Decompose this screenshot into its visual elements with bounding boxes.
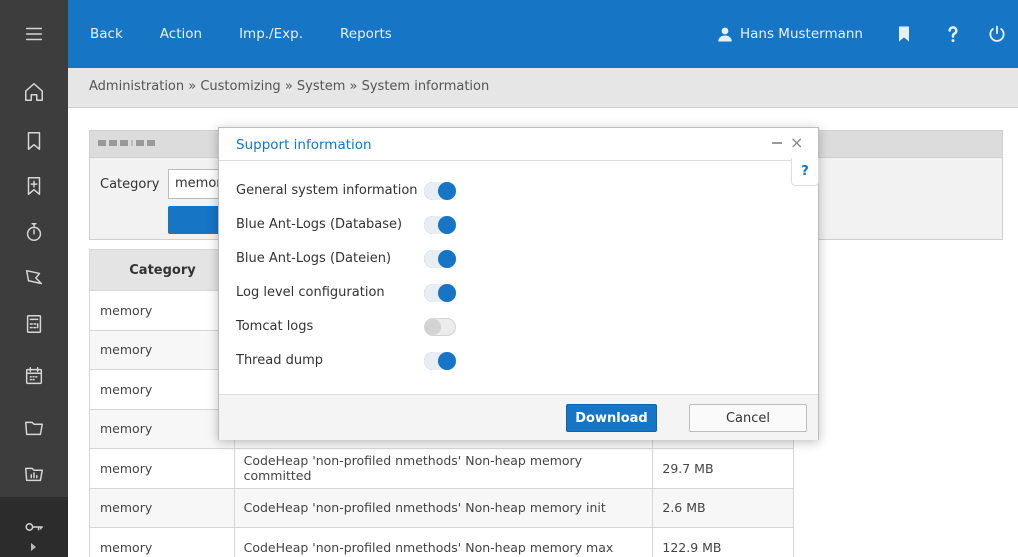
option-label: Tomcat logs: [236, 319, 314, 334]
bookmark-add-icon[interactable]: [0, 163, 68, 209]
power-icon[interactable]: [985, 22, 1009, 46]
top-nav: Back Action Imp./Exp. Reports: [90, 0, 429, 68]
breadcrumb[interactable]: Administration » Customizing » System » …: [89, 79, 489, 94]
calendar-icon[interactable]: [0, 353, 68, 399]
cell-category: memory: [90, 291, 235, 330]
toolbar-icons[interactable]: [98, 140, 155, 146]
sidebar: [0, 0, 68, 557]
cell-category: memory: [90, 488, 235, 527]
table-row[interactable]: memory CodeHeap 'non-profiled nmethods' N…: [89, 449, 794, 489]
option-label: General system information: [236, 183, 418, 198]
close-icon[interactable]: ×: [790, 135, 803, 151]
folder-chart-icon[interactable]: [0, 450, 68, 496]
bookmark-icon[interactable]: [0, 118, 68, 164]
nav-action[interactable]: Action: [160, 26, 202, 42]
cancel-button[interactable]: Cancel: [689, 404, 807, 432]
option-label: Blue Ant-Logs (Database): [236, 217, 403, 232]
support-information-dialog: Support information × ? General system i…: [218, 127, 819, 440]
toggle-knob: [438, 284, 456, 302]
user-name: Hans Mustermann: [740, 26, 863, 42]
flag-icon[interactable]: [0, 255, 68, 301]
cell-value: 122.9 MB: [662, 539, 722, 555]
dialog-footer: Download Cancel: [219, 394, 818, 440]
minimize-icon[interactable]: [772, 142, 782, 144]
stopwatch-icon[interactable]: [0, 209, 68, 255]
cell-value: 2.6 MB: [662, 500, 706, 516]
toggle-knob: [425, 319, 441, 335]
option-toggle[interactable]: [424, 216, 456, 234]
cell-category: memory: [90, 528, 235, 557]
option-toggle[interactable]: [424, 284, 456, 302]
cell-category: memory: [90, 449, 235, 488]
dialog-help-icon[interactable]: ?: [791, 158, 819, 186]
menu-icon[interactable]: [0, 11, 68, 57]
toggle-knob: [438, 182, 456, 200]
table-row[interactable]: memory CodeHeap 'non-profiled nmethods' N…: [89, 528, 794, 557]
nav-reports[interactable]: Reports: [340, 26, 392, 42]
option-label: Thread dump: [236, 353, 323, 368]
option-toggle[interactable]: [424, 250, 456, 268]
help-icon[interactable]: [941, 22, 965, 46]
option-toggle[interactable]: [424, 318, 456, 336]
dialog-title: Support information: [236, 137, 372, 153]
user-icon: [718, 27, 732, 42]
bookmark-top-icon[interactable]: [892, 22, 916, 46]
cell-value: 29.7 MB: [662, 460, 714, 476]
option-toggle[interactable]: [424, 352, 456, 370]
dialog-header: Support information ×: [219, 128, 818, 161]
cell-name: CodeHeap 'non-profiled nmethods' Non-hea…: [235, 449, 654, 488]
table-row[interactable]: memory CodeHeap 'non-profiled nmethods' N…: [89, 488, 794, 528]
top-bar: Back Action Imp./Exp. Reports Hans Muste…: [68, 0, 1018, 68]
cell-name: CodeHeap 'non-profiled nmethods' Non-hea…: [235, 488, 654, 527]
nav-import-export[interactable]: Imp./Exp.: [239, 26, 303, 42]
expand-caret-icon: [31, 543, 36, 551]
category-label: Category: [100, 177, 160, 192]
toggle-knob: [438, 250, 456, 268]
cell-category: memory: [90, 330, 235, 369]
nav-back[interactable]: Back: [90, 26, 123, 42]
user-menu[interactable]: Hans Mustermann: [716, 0, 863, 68]
cell-category: memory: [90, 409, 235, 448]
cell-name: CodeHeap 'non-profiled nmethods' Non-hea…: [235, 528, 654, 557]
folder-icon[interactable]: [0, 404, 68, 450]
option-label: Blue Ant-Logs (Dateien): [236, 251, 392, 266]
option-toggle[interactable]: [424, 182, 456, 200]
key-icon[interactable]: [0, 497, 68, 557]
calculator-icon[interactable]: [0, 301, 68, 347]
option-label: Log level configuration: [236, 285, 385, 300]
toggle-knob: [438, 216, 456, 234]
download-button[interactable]: Download: [566, 404, 657, 432]
breadcrumb-bar: Administration » Customizing » System » …: [68, 68, 1018, 108]
cell-category: memory: [90, 370, 235, 409]
toggle-knob: [438, 352, 456, 370]
home-icon[interactable]: [0, 69, 68, 115]
column-header-category[interactable]: Category: [90, 250, 235, 290]
